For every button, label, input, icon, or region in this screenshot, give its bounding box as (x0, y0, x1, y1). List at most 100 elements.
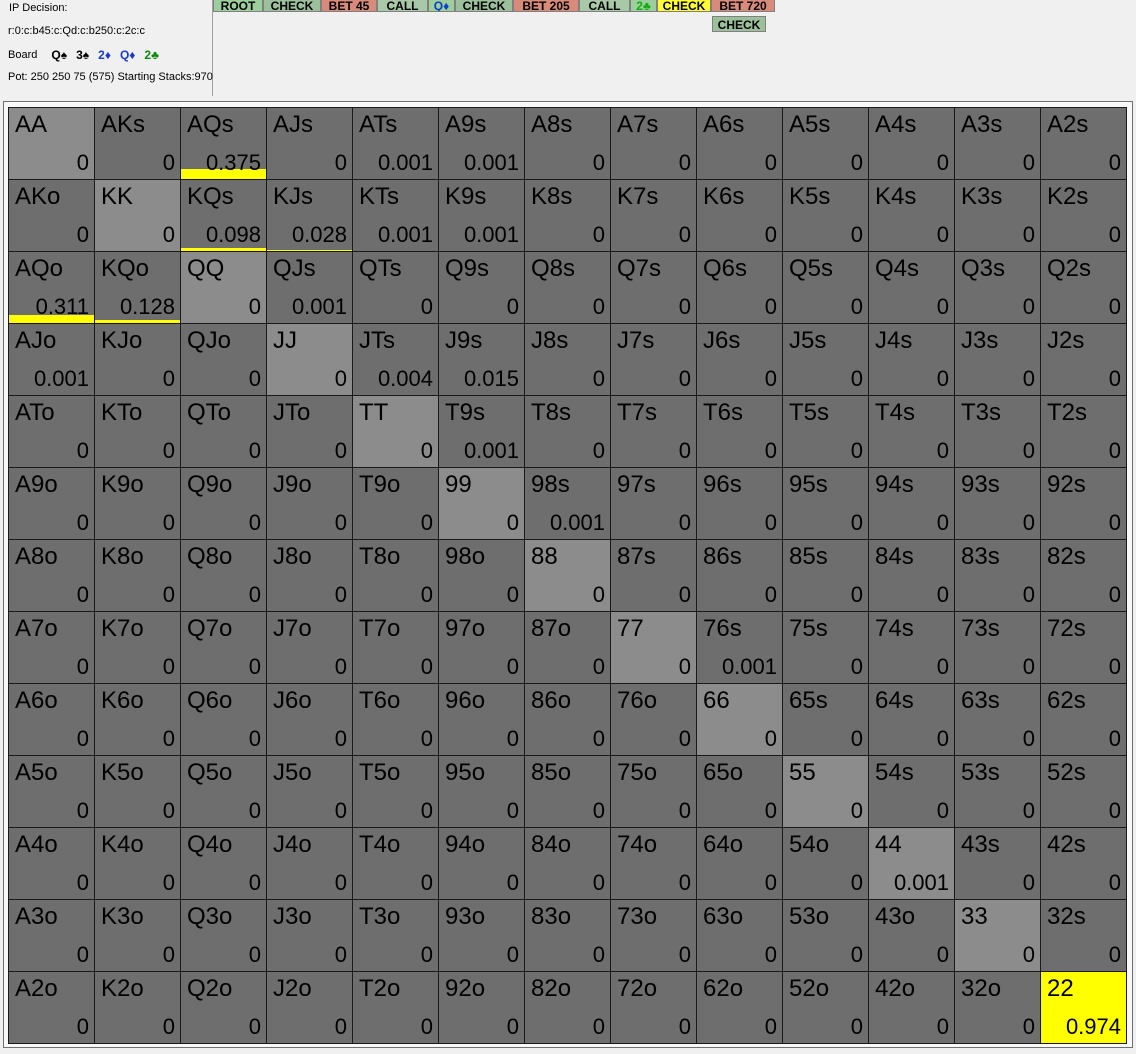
hand-cell[interactable]: T9o 0 (353, 468, 438, 539)
hand-cell[interactable]: A5o 0 (9, 756, 94, 827)
hand-cell[interactable]: 64o 0 (697, 828, 782, 899)
hand-cell[interactable]: J2s 0 (1041, 324, 1126, 395)
hand-cell[interactable]: A2o 0 (9, 972, 94, 1043)
hand-cell[interactable]: A5s 0 (783, 108, 868, 179)
hand-cell[interactable]: 52o 0 (783, 972, 868, 1043)
hand-cell[interactable]: 96s 0 (697, 468, 782, 539)
hand-cell[interactable]: T7o 0 (353, 612, 438, 683)
hand-cell[interactable]: KK 0 (95, 180, 180, 251)
hand-cell[interactable]: 82s 0 (1041, 540, 1126, 611)
hand-cell[interactable]: 72o 0 (611, 972, 696, 1043)
hand-cell[interactable]: Q7o 0 (181, 612, 266, 683)
hand-cell[interactable]: K2s 0 (1041, 180, 1126, 251)
hand-cell[interactable]: 65o 0 (697, 756, 782, 827)
hand-cell[interactable]: J6s 0 (697, 324, 782, 395)
hand-cell[interactable]: AKo 0 (9, 180, 94, 251)
hand-cell[interactable]: T5o 0 (353, 756, 438, 827)
hand-cell[interactable]: 33 0 (955, 900, 1040, 971)
hand-cell[interactable]: ATs 0.001 (353, 108, 438, 179)
hand-cell[interactable]: QTo 0 (181, 396, 266, 467)
hand-cell[interactable]: 75o 0 (611, 756, 696, 827)
hand-cell[interactable]: K7s 0 (611, 180, 696, 251)
hand-cell[interactable]: K8o 0 (95, 540, 180, 611)
hand-cell[interactable]: 32o 0 (955, 972, 1040, 1043)
hand-cell[interactable]: K4s 0 (869, 180, 954, 251)
hand-cell[interactable]: 92s 0 (1041, 468, 1126, 539)
hand-cell[interactable]: A9o 0 (9, 468, 94, 539)
hand-cell[interactable]: 96o 0 (439, 684, 524, 755)
hand-cell[interactable]: A6s 0 (697, 108, 782, 179)
hand-cell[interactable]: 88 0 (525, 540, 610, 611)
action-button-bet-205[interactable]: BET 205 (513, 0, 579, 12)
hand-cell[interactable]: J3s 0 (955, 324, 1040, 395)
hand-cell[interactable]: 42o 0 (869, 972, 954, 1043)
hand-cell[interactable]: AJs 0 (267, 108, 352, 179)
action-button-2[interactable]: 2♣ (630, 0, 657, 12)
hand-cell[interactable]: 63s 0 (955, 684, 1040, 755)
hand-cell[interactable]: QTs 0 (353, 252, 438, 323)
action-button-bet-45[interactable]: BET 45 (321, 0, 377, 12)
hand-cell[interactable]: 55 0 (783, 756, 868, 827)
hand-cell[interactable]: 42s 0 (1041, 828, 1126, 899)
hand-cell[interactable]: 93o 0 (439, 900, 524, 971)
hand-cell[interactable]: 74o 0 (611, 828, 696, 899)
hand-cell[interactable]: 94s 0 (869, 468, 954, 539)
hand-cell[interactable]: 22 0.974 (1041, 972, 1126, 1043)
hand-cell[interactable]: 98s 0.001 (525, 468, 610, 539)
hand-cell[interactable]: JTo 0 (267, 396, 352, 467)
hand-cell[interactable]: JJ 0 (267, 324, 352, 395)
hand-cell[interactable]: KJs 0.028 (267, 180, 352, 251)
hand-cell[interactable]: 65s 0 (783, 684, 868, 755)
action-button-root[interactable]: ROOT (213, 0, 263, 12)
hand-cell[interactable]: K7o 0 (95, 612, 180, 683)
hand-cell[interactable]: 83s 0 (955, 540, 1040, 611)
hand-cell[interactable]: 84o 0 (525, 828, 610, 899)
hand-cell[interactable]: J8o 0 (267, 540, 352, 611)
hand-cell[interactable]: 85s 0 (783, 540, 868, 611)
hand-cell[interactable]: 43s 0 (955, 828, 1040, 899)
action-button-call[interactable]: CALL (377, 0, 428, 12)
hand-cell[interactable]: 85o 0 (525, 756, 610, 827)
action-button-check[interactable]: CHECK (455, 0, 513, 12)
hand-cell[interactable]: 98o 0 (439, 540, 524, 611)
hand-cell[interactable]: T8o 0 (353, 540, 438, 611)
action-button-q[interactable]: Q♦ (428, 0, 455, 12)
hand-cell[interactable]: 73s 0 (955, 612, 1040, 683)
hand-cell[interactable]: A6o 0 (9, 684, 94, 755)
hand-cell[interactable]: J5o 0 (267, 756, 352, 827)
hand-cell[interactable]: AKs 0 (95, 108, 180, 179)
hand-cell[interactable]: AJo 0.001 (9, 324, 94, 395)
hand-cell[interactable]: 52s 0 (1041, 756, 1126, 827)
hand-cell[interactable]: 97o 0 (439, 612, 524, 683)
hand-cell[interactable]: KQo 0.128 (95, 252, 180, 323)
hand-cell[interactable]: J6o 0 (267, 684, 352, 755)
hand-cell[interactable]: 75s 0 (783, 612, 868, 683)
hand-cell[interactable]: A8s 0 (525, 108, 610, 179)
hand-cell[interactable]: 64s 0 (869, 684, 954, 755)
hand-cell[interactable]: 94o 0 (439, 828, 524, 899)
hand-cell[interactable]: J4s 0 (869, 324, 954, 395)
hand-cell[interactable]: KTo 0 (95, 396, 180, 467)
hand-cell[interactable]: 93s 0 (955, 468, 1040, 539)
hand-cell[interactable]: QJo 0 (181, 324, 266, 395)
hand-cell[interactable]: JTs 0.004 (353, 324, 438, 395)
hand-cell[interactable]: K8s 0 (525, 180, 610, 251)
action-button-check[interactable]: CHECK (263, 0, 321, 12)
hand-cell[interactable]: KTs 0.001 (353, 180, 438, 251)
hand-cell[interactable]: Q4s 0 (869, 252, 954, 323)
hand-cell[interactable]: AQs 0.375 (181, 108, 266, 179)
hand-cell[interactable]: T7s 0 (611, 396, 696, 467)
hand-cell[interactable]: A8o 0 (9, 540, 94, 611)
hand-cell[interactable]: 92o 0 (439, 972, 524, 1043)
hand-cell[interactable]: J9o 0 (267, 468, 352, 539)
hand-cell[interactable]: 32s 0 (1041, 900, 1126, 971)
hand-cell[interactable]: J7s 0 (611, 324, 696, 395)
hand-cell[interactable]: Q2o 0 (181, 972, 266, 1043)
hand-cell[interactable]: 77 0 (611, 612, 696, 683)
hand-cell[interactable]: T2o 0 (353, 972, 438, 1043)
hand-cell[interactable]: 54o 0 (783, 828, 868, 899)
hand-cell[interactable]: A7s 0 (611, 108, 696, 179)
action-button-check[interactable]: CHECK (657, 0, 711, 12)
hand-cell[interactable]: Q7s 0 (611, 252, 696, 323)
hand-cell[interactable]: KJo 0 (95, 324, 180, 395)
